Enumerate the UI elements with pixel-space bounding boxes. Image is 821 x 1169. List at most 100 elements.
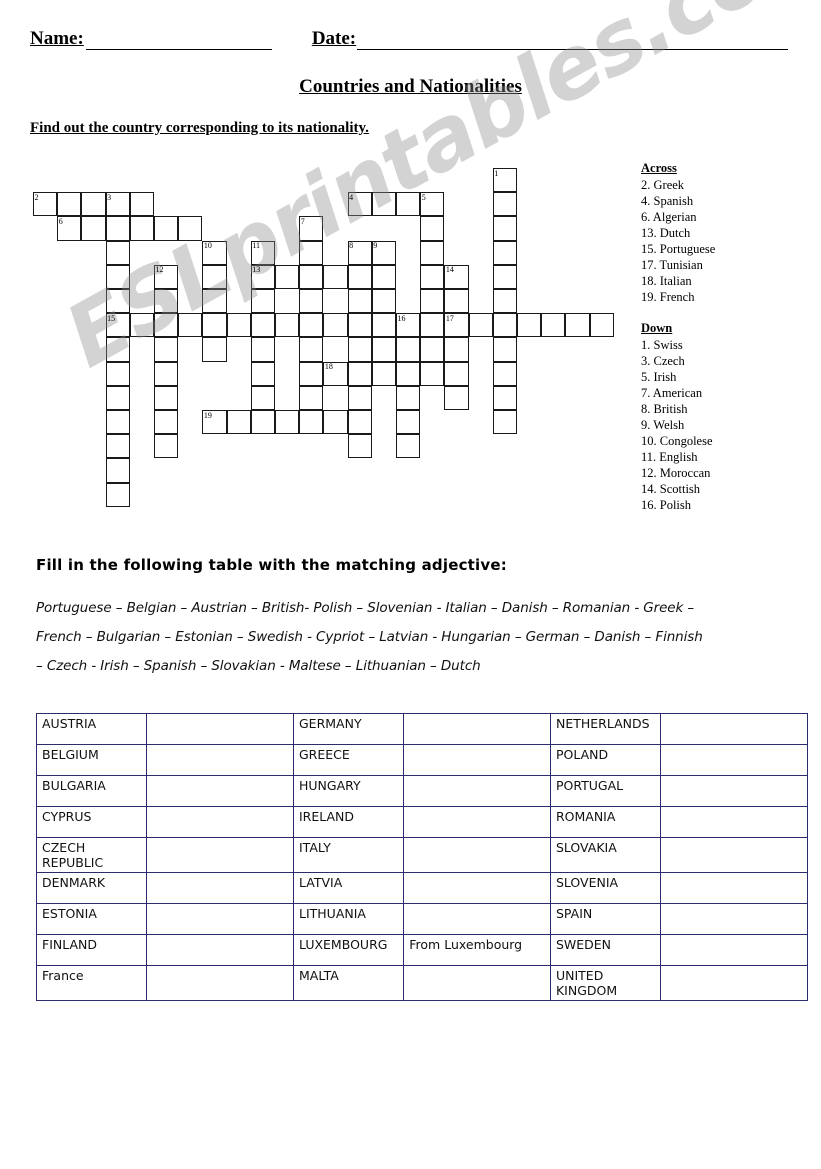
adjective-answer-cell[interactable] xyxy=(403,713,551,745)
crossword-cell[interactable] xyxy=(347,264,372,289)
crossword-cell[interactable] xyxy=(202,264,227,289)
crossword-cell[interactable] xyxy=(299,410,324,435)
crossword-cell[interactable] xyxy=(154,313,179,338)
adjective-answer-cell[interactable] xyxy=(146,872,294,904)
adjective-answer-cell[interactable] xyxy=(146,806,294,838)
crossword-cell[interactable] xyxy=(492,410,517,435)
crossword-cell[interactable] xyxy=(517,313,542,338)
crossword-cell[interactable] xyxy=(154,434,179,459)
crossword-cell[interactable] xyxy=(420,337,445,362)
adjective-answer-cell[interactable] xyxy=(660,837,808,873)
adjective-answer-cell[interactable] xyxy=(660,965,808,1001)
crossword-cell[interactable] xyxy=(154,385,179,410)
crossword-cell[interactable] xyxy=(492,240,517,265)
crossword-cell[interactable] xyxy=(444,337,469,362)
crossword-cell[interactable] xyxy=(81,192,106,217)
crossword-cell[interactable] xyxy=(396,434,421,459)
crossword-cell[interactable] xyxy=(420,264,445,289)
crossword-cell[interactable] xyxy=(299,264,324,289)
crossword-cell[interactable] xyxy=(347,410,372,435)
crossword-cell[interactable] xyxy=(81,216,106,241)
crossword-cell[interactable] xyxy=(105,458,130,483)
adjective-answer-cell[interactable] xyxy=(146,744,294,776)
crossword-cell[interactable] xyxy=(129,313,154,338)
crossword-cell[interactable] xyxy=(105,216,130,241)
crossword-cell[interactable] xyxy=(347,385,372,410)
crossword-cell[interactable] xyxy=(154,264,179,289)
crossword-cell[interactable] xyxy=(347,313,372,338)
crossword-cell[interactable] xyxy=(178,313,203,338)
crossword-cell[interactable] xyxy=(396,385,421,410)
crossword-cell[interactable] xyxy=(154,337,179,362)
adjective-answer-cell[interactable] xyxy=(660,903,808,935)
crossword-cell[interactable] xyxy=(250,385,275,410)
crossword-cell[interactable] xyxy=(396,192,421,217)
adjective-answer-cell[interactable] xyxy=(660,713,808,745)
crossword-cell[interactable] xyxy=(492,361,517,386)
crossword-cell[interactable] xyxy=(105,240,130,265)
crossword-cell[interactable] xyxy=(250,337,275,362)
adjective-answer-cell[interactable] xyxy=(403,775,551,807)
crossword-cell[interactable] xyxy=(250,313,275,338)
crossword-cell[interactable] xyxy=(154,216,179,241)
crossword-cell[interactable] xyxy=(589,313,614,338)
crossword-cell[interactable] xyxy=(105,434,130,459)
crossword-cell[interactable] xyxy=(492,385,517,410)
crossword-cell[interactable] xyxy=(420,192,445,217)
adjective-answer-cell[interactable] xyxy=(403,965,551,1001)
crossword-cell[interactable] xyxy=(250,264,275,289)
crossword-cell[interactable] xyxy=(275,264,300,289)
adjective-answer-cell[interactable] xyxy=(660,744,808,776)
adjective-answer-cell[interactable]: From Luxembourg xyxy=(403,934,551,966)
crossword-cell[interactable] xyxy=(129,192,154,217)
crossword-cell[interactable] xyxy=(154,361,179,386)
crossword-cell[interactable] xyxy=(250,361,275,386)
crossword-cell[interactable] xyxy=(202,289,227,314)
adjective-answer-cell[interactable] xyxy=(403,806,551,838)
adjective-answer-cell[interactable] xyxy=(146,775,294,807)
crossword-cell[interactable] xyxy=(299,216,324,241)
crossword-cell[interactable] xyxy=(420,361,445,386)
crossword-cell[interactable] xyxy=(299,313,324,338)
crossword-cell[interactable] xyxy=(250,410,275,435)
crossword-cell[interactable] xyxy=(492,337,517,362)
crossword-cell[interactable] xyxy=(396,337,421,362)
crossword-cell[interactable] xyxy=(154,289,179,314)
crossword-cell[interactable] xyxy=(202,337,227,362)
crossword-cell[interactable] xyxy=(105,361,130,386)
adjective-answer-cell[interactable] xyxy=(660,775,808,807)
adjective-answer-cell[interactable] xyxy=(146,934,294,966)
crossword-cell[interactable] xyxy=(202,410,227,435)
crossword-cell[interactable] xyxy=(178,216,203,241)
crossword-cell[interactable] xyxy=(492,313,517,338)
crossword-cell[interactable] xyxy=(420,289,445,314)
crossword-cell[interactable] xyxy=(396,410,421,435)
crossword-cell[interactable] xyxy=(202,313,227,338)
crossword-cell[interactable] xyxy=(226,410,251,435)
crossword-cell[interactable] xyxy=(444,289,469,314)
crossword-cell[interactable] xyxy=(444,361,469,386)
crossword-cell[interactable] xyxy=(492,216,517,241)
crossword-cell[interactable] xyxy=(492,168,517,193)
crossword-cell[interactable] xyxy=(371,313,396,338)
crossword-cell[interactable] xyxy=(299,385,324,410)
crossword-cell[interactable] xyxy=(468,313,493,338)
adjective-answer-cell[interactable] xyxy=(660,806,808,838)
crossword-cell[interactable] xyxy=(202,240,227,265)
crossword-cell[interactable] xyxy=(105,289,130,314)
crossword-cell[interactable] xyxy=(492,289,517,314)
crossword-cell[interactable] xyxy=(371,337,396,362)
adjective-answer-cell[interactable] xyxy=(146,713,294,745)
crossword-cell[interactable] xyxy=(105,313,130,338)
adjective-answer-cell[interactable] xyxy=(660,934,808,966)
crossword-cell[interactable] xyxy=(33,192,58,217)
crossword-cell[interactable] xyxy=(57,216,82,241)
crossword-cell[interactable] xyxy=(105,410,130,435)
crossword-cell[interactable] xyxy=(299,289,324,314)
crossword-cell[interactable] xyxy=(323,410,348,435)
crossword-cell[interactable] xyxy=(105,482,130,507)
crossword-cell[interactable] xyxy=(105,337,130,362)
crossword-cell[interactable] xyxy=(154,410,179,435)
crossword-cell[interactable] xyxy=(347,289,372,314)
crossword-cell[interactable] xyxy=(105,264,130,289)
